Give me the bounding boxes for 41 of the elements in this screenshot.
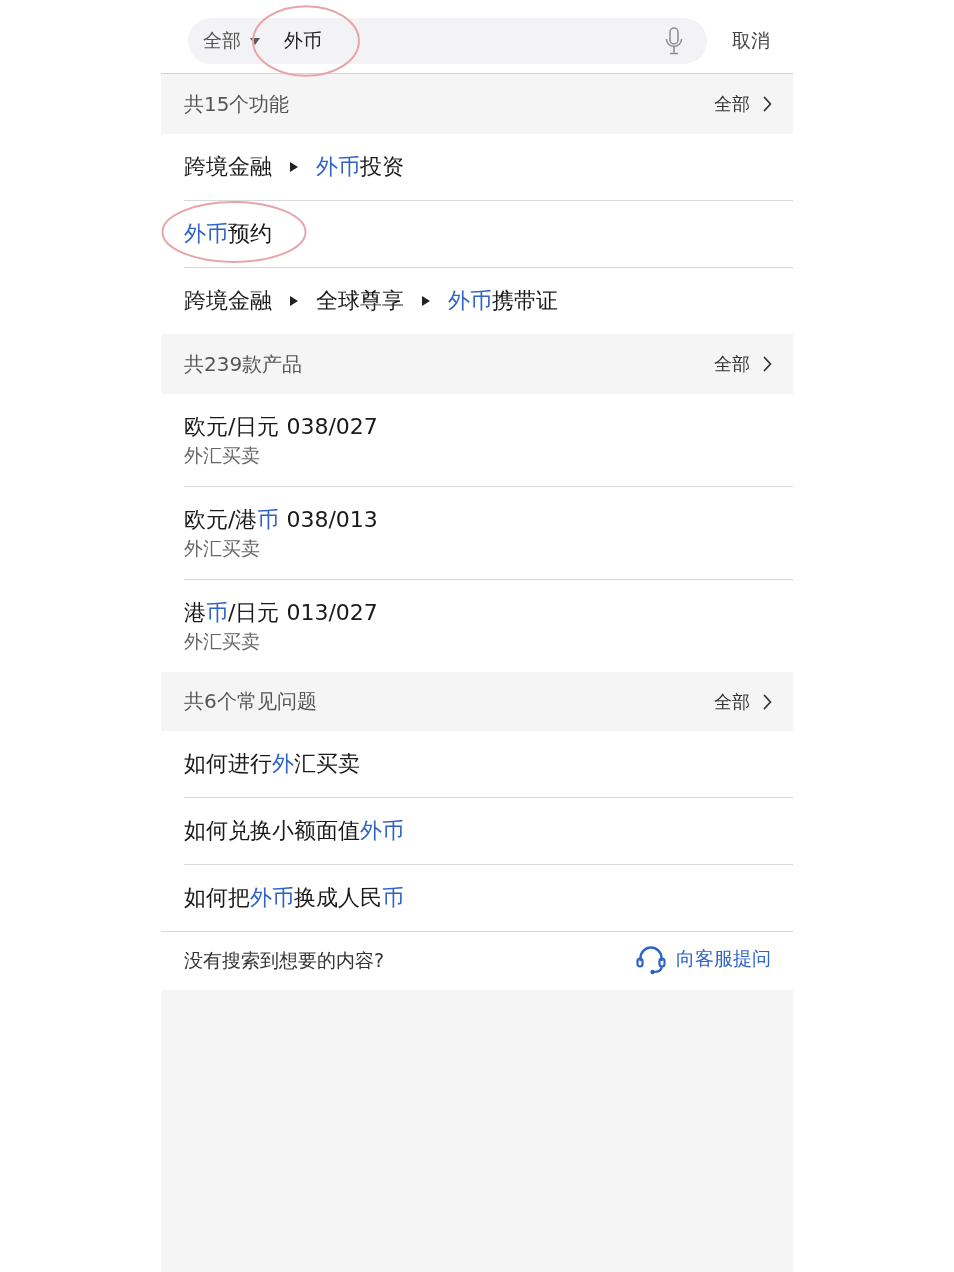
breadcrumb-text: 全球尊享 [316,287,404,315]
product-name: 欧元/港币 038/013 [184,507,378,533]
product-row[interactable]: 欧元/港币 038/013 外汇买卖 [161,487,793,579]
product-category: 外汇买卖 [184,443,260,467]
breadcrumb-text: 外币携带证 [448,287,558,315]
footer-prompt: 没有搜索到想要的内容? [184,948,385,973]
view-all-link[interactable]: 全部 [714,352,772,376]
cancel-button[interactable]: 取消 [732,28,770,54]
product-row[interactable]: 欧元/日元 038/027 外汇买卖 [161,394,793,486]
chevron-right-icon [763,693,772,710]
breadcrumb-text: 外币预约 [184,220,272,248]
product-row[interactable]: 港币/日元 013/027 外汇买卖 [161,580,793,672]
breadcrumb-text: 跨境金融 [184,287,272,315]
search-field[interactable]: 全部 外币 [188,18,707,64]
view-all-link[interactable]: 全部 [714,92,772,116]
view-all-link[interactable]: 全部 [714,689,772,714]
microphone-icon[interactable] [665,27,683,55]
caret-down-icon [250,37,260,45]
headset-icon [635,943,667,975]
contact-support-button[interactable]: 向客服提问 [635,943,771,975]
faq-question[interactable]: 如何兑换小额面值外币 [161,798,793,864]
scope-dropdown[interactable]: 全部 [203,28,260,54]
triangle-right-icon [290,162,298,172]
triangle-right-icon [422,296,430,306]
function-row[interactable]: 跨境金融 全球尊享 外币携带证 [161,268,793,334]
function-row[interactable]: 外币预约 [161,201,793,267]
chevron-right-icon [763,96,772,112]
faq-question[interactable]: 如何把外币换成人民币 [161,865,793,931]
product-category: 外汇买卖 [184,629,260,653]
section-title: 共239款产品 [184,350,303,378]
product-name: 港币/日元 013/027 [184,600,378,626]
chevron-right-icon [763,356,772,372]
breadcrumb-text: 跨境金融 [184,153,272,181]
faq-question[interactable]: 如何进行外汇买卖 [161,731,793,797]
section-title: 共6个常见问题 [184,688,317,715]
triangle-right-icon [290,296,298,306]
breadcrumb-text: 外币投资 [316,153,404,181]
section-title: 共15个功能 [184,90,290,118]
function-row[interactable]: 跨境金融 外币投资 [161,134,793,200]
product-category: 外汇买卖 [184,536,260,560]
product-name: 欧元/日元 038/027 [184,414,378,440]
